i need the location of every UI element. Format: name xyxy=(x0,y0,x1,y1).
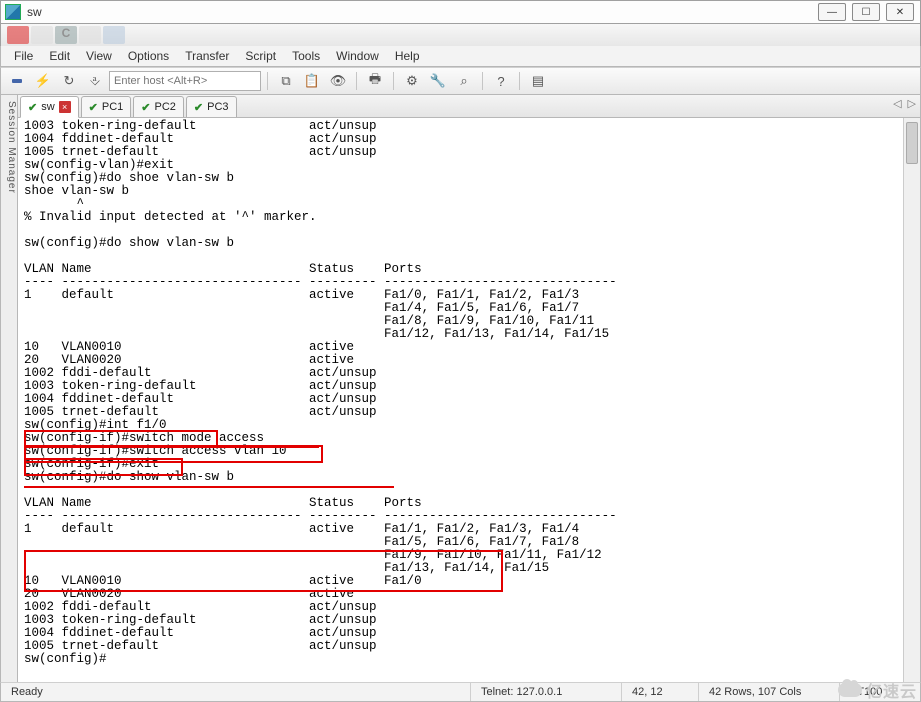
vertical-scrollbar[interactable] xyxy=(903,118,920,682)
tab-sw[interactable]: ✔ sw × xyxy=(20,96,79,118)
outer-toolbar: C xyxy=(0,24,921,46)
close-button[interactable]: ✕ xyxy=(886,3,914,21)
maximize-button[interactable]: ☐ xyxy=(852,3,880,21)
tab-label: sw xyxy=(41,101,54,113)
separator xyxy=(267,72,268,90)
cmd-icon[interactable]: ⎀ xyxy=(83,69,107,93)
help-icon[interactable]: ? xyxy=(489,69,513,93)
main-toolbar: ⚡ ↻ ⎀ ⧉ 📋 👁 🖶 ⚙ 🔧 ⌕ ? ▤ xyxy=(0,67,921,95)
tabs-and-terminal: ✔ sw × ✔ PC1 ✔ PC2 ✔ PC3 ◁ ▷ xyxy=(18,95,920,682)
separator xyxy=(482,72,483,90)
content-row: Session Manager ✔ sw × ✔ PC1 ✔ PC2 ✔ xyxy=(0,95,921,682)
menu-script[interactable]: Script xyxy=(238,47,283,65)
tabbar: ✔ sw × ✔ PC1 ✔ PC2 ✔ PC3 ◁ ▷ xyxy=(18,95,920,118)
statusbar: Ready Telnet: 127.0.0.1 42, 12 42 Rows, … xyxy=(0,682,921,702)
menu-view[interactable]: View xyxy=(79,47,119,65)
titlebar: sw — ☐ ✕ xyxy=(0,0,921,24)
gear-icon[interactable]: ⚙ xyxy=(400,69,424,93)
app-window: sw — ☐ ✕ C File Edit View Options Transf… xyxy=(0,0,921,702)
tab-prev-icon[interactable]: ◁ xyxy=(893,97,901,110)
tab-pc3[interactable]: ✔ PC3 xyxy=(186,96,237,117)
host-input[interactable] xyxy=(109,71,261,91)
app-icon xyxy=(5,4,21,20)
key-icon[interactable]: ⌕ xyxy=(452,69,476,93)
refresh-icon[interactable]: ↻ xyxy=(57,69,81,93)
scrollbar-thumb[interactable] xyxy=(906,122,918,164)
blob-icon xyxy=(79,26,101,44)
blob-icon xyxy=(7,26,29,44)
panel-icon[interactable]: ▤ xyxy=(526,69,550,93)
tab-pc1[interactable]: ✔ PC1 xyxy=(81,96,132,117)
separator xyxy=(519,72,520,90)
status-ready: Ready xyxy=(1,683,471,701)
paste-icon[interactable]: 📋 xyxy=(300,69,324,93)
menubar: File Edit View Options Transfer Script T… xyxy=(0,46,921,67)
menu-edit[interactable]: Edit xyxy=(42,47,77,65)
status-connection: Telnet: 127.0.0.1 xyxy=(471,683,622,701)
blob-icon xyxy=(103,26,125,44)
copy-icon[interactable]: ⧉ xyxy=(274,69,298,93)
status-cursor: 42, 12 xyxy=(622,683,699,701)
terminal-scroll[interactable]: 1003 token-ring-default act/unsup 1004 f… xyxy=(18,118,920,682)
menu-options[interactable]: Options xyxy=(121,47,176,65)
tab-pc2[interactable]: ✔ PC2 xyxy=(133,96,184,117)
tab-nav: ◁ ▷ xyxy=(893,97,916,110)
find-icon[interactable]: 👁 xyxy=(326,69,350,93)
menu-help[interactable]: Help xyxy=(388,47,427,65)
separator xyxy=(393,72,394,90)
tab-label: PC2 xyxy=(155,101,176,113)
tab-label: PC1 xyxy=(102,101,123,113)
menu-window[interactable]: Window xyxy=(329,47,386,65)
menu-tools[interactable]: Tools xyxy=(285,47,327,65)
window-title: sw xyxy=(27,5,42,19)
lightning-icon[interactable]: ⚡ xyxy=(31,69,55,93)
check-icon: ✔ xyxy=(194,101,203,114)
status-size: 42 Rows, 107 Cols xyxy=(699,683,840,701)
status-emulation: VT100 xyxy=(840,683,920,701)
blob-icon xyxy=(31,26,53,44)
connect-icon[interactable] xyxy=(5,69,29,93)
check-icon: ✔ xyxy=(141,101,150,114)
check-icon: ✔ xyxy=(28,101,37,114)
close-icon[interactable]: × xyxy=(59,101,71,113)
terminal-output[interactable]: 1003 token-ring-default act/unsup 1004 f… xyxy=(18,118,920,668)
tab-label: PC3 xyxy=(207,101,228,113)
window-controls: — ☐ ✕ xyxy=(818,3,914,21)
minimize-button[interactable]: — xyxy=(818,3,846,21)
printer-icon[interactable]: 🖶 xyxy=(363,69,387,93)
check-icon: ✔ xyxy=(89,101,98,114)
session-manager-handle[interactable]: Session Manager xyxy=(1,95,18,682)
menu-transfer[interactable]: Transfer xyxy=(178,47,236,65)
separator xyxy=(356,72,357,90)
menu-file[interactable]: File xyxy=(7,47,40,65)
tab-next-icon[interactable]: ▷ xyxy=(908,97,916,110)
wrench-icon[interactable]: 🔧 xyxy=(426,69,450,93)
terminal-area: 1003 token-ring-default act/unsup 1004 f… xyxy=(18,118,920,682)
